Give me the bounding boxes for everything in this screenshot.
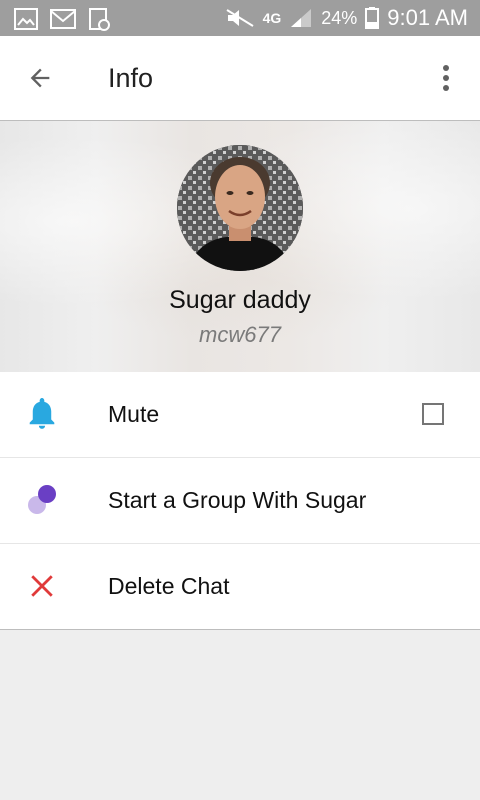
battery-icon <box>365 7 380 29</box>
app-bar: Info <box>0 36 480 121</box>
sync-icon <box>89 8 110 31</box>
contact-username: mcw677 <box>199 322 281 347</box>
page-title: Info <box>108 63 154 93</box>
close-icon <box>24 568 60 604</box>
start-group-label: Start a Group With Sugar <box>108 487 367 513</box>
avatar[interactable] <box>177 145 303 271</box>
list-item-mute[interactable]: Mute <box>0 372 480 458</box>
image-icon <box>14 8 38 30</box>
battery-percent: 24% <box>321 7 358 28</box>
avatar-image <box>177 145 303 271</box>
profile-header: Sugar daddy mcw677 <box>0 121 480 372</box>
list-item-start-group[interactable]: Start a Group With Sugar <box>0 458 480 544</box>
arrow-back-icon <box>30 68 50 88</box>
mute-icon <box>226 9 254 27</box>
signal-icon <box>291 9 312 27</box>
overflow-menu-button[interactable] <box>434 60 458 96</box>
status-time: 9:01 AM <box>387 5 468 30</box>
mute-checkbox[interactable] <box>422 403 444 425</box>
status-bar: 4G 24% 9:01 AM <box>0 0 480 36</box>
delete-chat-label: Delete Chat <box>108 573 230 599</box>
contact-name: Sugar daddy <box>169 286 311 314</box>
list-item-delete-chat[interactable]: Delete Chat <box>0 544 480 629</box>
more-vert-icon <box>443 65 449 91</box>
group-icon <box>24 482 60 518</box>
back-button[interactable] <box>20 60 60 96</box>
lte-icon: 4G <box>262 10 282 26</box>
bell-icon <box>24 396 60 432</box>
mail-icon <box>50 9 76 29</box>
actions-list: Mute Start a Group With Sugar Delete Cha… <box>0 372 480 630</box>
mute-label: Mute <box>108 401 160 427</box>
